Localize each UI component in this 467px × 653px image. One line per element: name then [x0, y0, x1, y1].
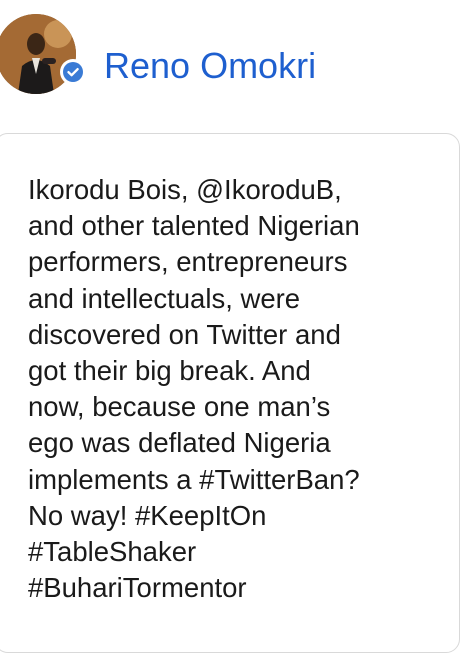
post-header: Reno Omokri	[0, 0, 467, 110]
author-name[interactable]: Reno Omokri	[104, 44, 316, 88]
post-text-line: got their big break. And	[28, 355, 311, 387]
post-text-line: discovered on Twitter and	[28, 318, 341, 350]
post-text-line: No way! #KeepItOn	[28, 499, 267, 531]
post-text-line: ego was deflated Nigeria	[28, 427, 331, 459]
post-text-line: #TableShaker	[28, 536, 197, 568]
post-text-line: #BuhariTormentor	[28, 572, 247, 604]
post-text-line: and intellectuals, were	[28, 282, 301, 314]
post-text-line: Ikorodu Bois, @IkoroduB,	[28, 174, 342, 205]
post-text-line: performers, entrepreneurs	[28, 246, 348, 278]
post-text: Ikorodu Bois, @IkoroduB, and other talen…	[28, 172, 448, 606]
post-text-line: and other talented Nigerian	[28, 210, 360, 242]
post-text-line: implements a #TwitterBan?	[28, 463, 360, 495]
post-text-line: now, because one man’s	[28, 391, 331, 423]
verified-check-icon	[60, 59, 86, 85]
